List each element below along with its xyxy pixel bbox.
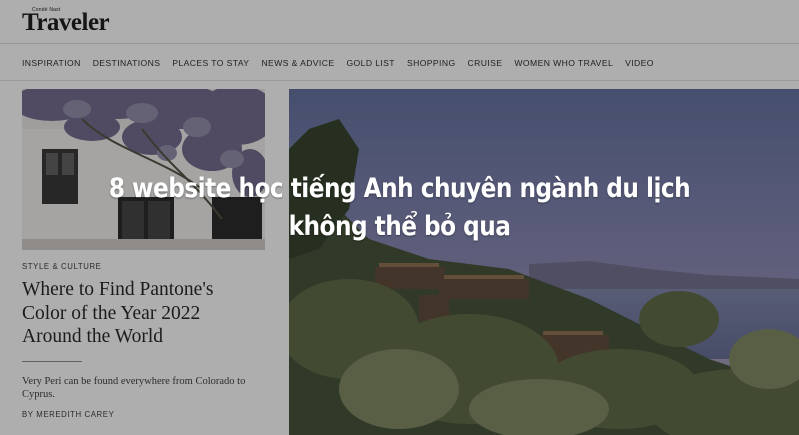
hero-image-coastal-lodge[interactable]	[289, 89, 799, 435]
page: Condé Nast Traveler INSPIRATION DESTINAT…	[0, 0, 799, 435]
nav-item-places-to-stay[interactable]: PLACES TO STAY	[172, 56, 249, 72]
nav-item-shopping[interactable]: SHOPPING	[407, 56, 456, 72]
header-divider	[0, 43, 799, 44]
nav-divider	[0, 80, 799, 81]
logo-wordmark: Traveler	[22, 9, 110, 36]
nav-item-women-who-travel[interactable]: WOMEN WHO TRAVEL	[514, 56, 613, 72]
main-nav: INSPIRATION DESTINATIONS PLACES TO STAY …	[22, 56, 654, 72]
nav-item-destinations[interactable]: DESTINATIONS	[93, 56, 161, 72]
site-logo[interactable]: Condé Nast Traveler	[22, 6, 112, 38]
article-headline[interactable]: Where to Find Pantone's Color of the Yea…	[22, 278, 262, 349]
headline-divider	[22, 361, 82, 362]
article-byline[interactable]: BY MEREDITH CAREY	[22, 410, 114, 419]
article-dek: Very Peri can be found everywhere from C…	[22, 376, 246, 400]
overlay-caption-line-1: 8 website học tiếng Anh chuyên ngành du …	[108, 173, 691, 204]
nav-item-inspiration[interactable]: INSPIRATION	[22, 56, 81, 72]
article-category[interactable]: STYLE & CULTURE	[22, 262, 101, 271]
nav-item-cruise[interactable]: CRUISE	[468, 56, 503, 72]
nav-item-video[interactable]: VIDEO	[625, 56, 654, 72]
overlay-caption-line-2: không thể bỏ qua	[288, 211, 511, 242]
nav-item-news-advice[interactable]: NEWS & ADVICE	[261, 56, 334, 72]
overlay-caption: 8 website học tiếng Anh chuyên ngành du …	[0, 170, 799, 246]
coastal-lodge-illustration	[289, 89, 799, 435]
nav-item-gold-list[interactable]: GOLD LIST	[346, 56, 395, 72]
